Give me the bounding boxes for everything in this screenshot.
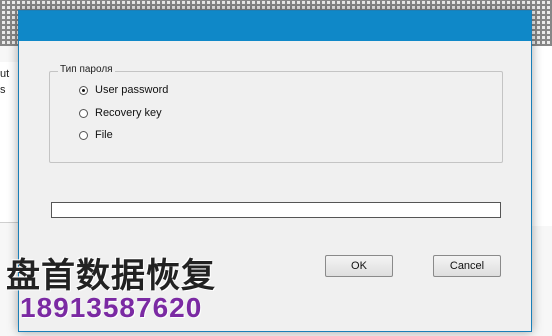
background-list-fragment: s <box>0 84 6 96</box>
watermark-title: 盘首数据恢复 <box>6 257 216 295</box>
cancel-button[interactable]: Cancel <box>433 255 501 277</box>
radio-user-password[interactable]: User password <box>79 84 168 96</box>
radio-button[interactable] <box>79 130 88 140</box>
background-header-fragment: ut <box>0 68 10 80</box>
watermark-phone: 18913587620 <box>20 292 203 323</box>
radio-recovery-key[interactable]: Recovery key <box>79 107 162 119</box>
radio-button[interactable] <box>79 108 88 118</box>
radio-recovery-key-label: Recovery key <box>95 107 162 119</box>
ok-button[interactable]: OK <box>325 255 393 277</box>
password-type-group-label: Тип пароля <box>58 64 115 75</box>
radio-user-password-label: User password <box>95 84 169 96</box>
password-input[interactable] <box>51 202 501 218</box>
radio-file-label: File <box>95 129 113 141</box>
radio-button-selected[interactable] <box>79 85 88 95</box>
radio-file[interactable]: File <box>79 129 113 141</box>
dialog-titlebar[interactable] <box>19 11 531 41</box>
